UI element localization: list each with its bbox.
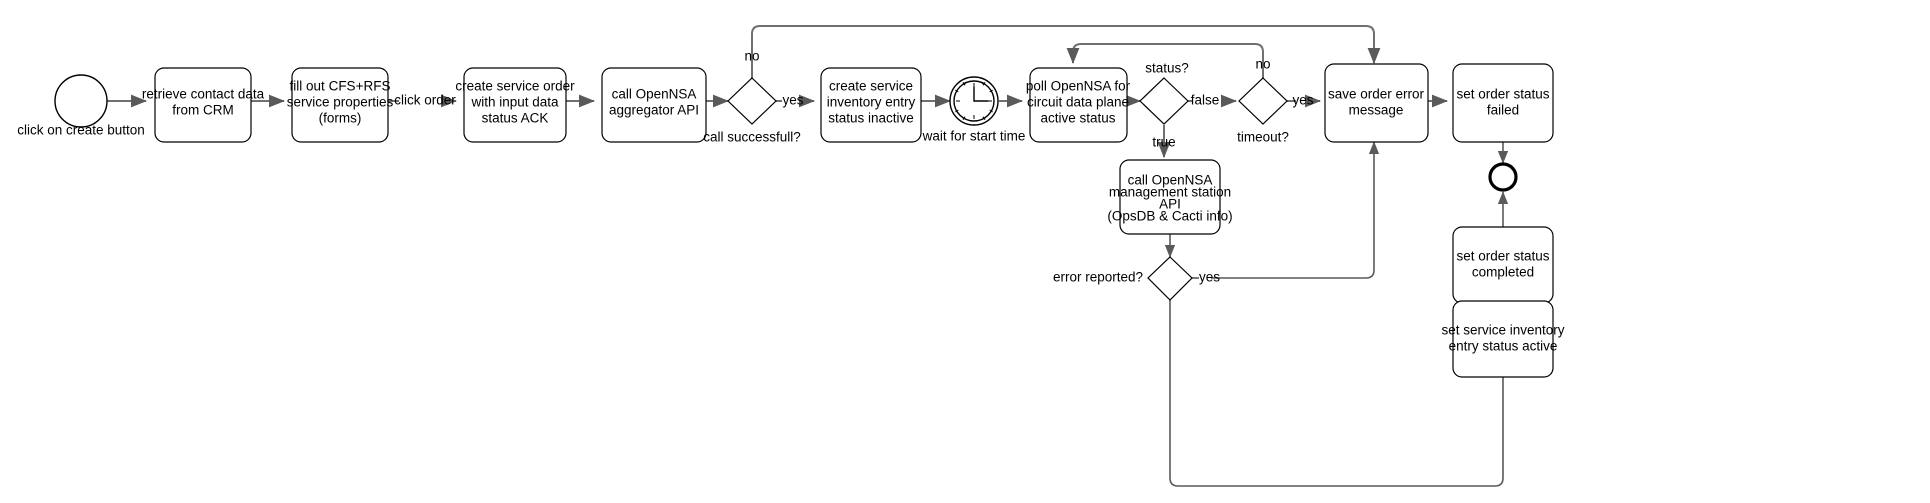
task-create-service-order-line1: create service order bbox=[455, 79, 575, 94]
task-set-order-status-completed[interactable]: set order status completed bbox=[1452, 226, 1554, 304]
task-call-opennsa-aggregator-api[interactable]: call OpenNSA aggregator API bbox=[601, 67, 707, 143]
edge-label-error-yes: yes bbox=[1199, 270, 1220, 285]
edge-label-click-order: click order bbox=[394, 93, 456, 108]
task-save-order-error-message-line1: save order error bbox=[1328, 87, 1425, 102]
edge-label-status-false: false bbox=[1191, 93, 1220, 108]
task-fill-out-forms-line1: fill out CFS+RFS bbox=[290, 79, 391, 94]
gateway-call-successful-diamond bbox=[727, 77, 777, 125]
gateway-status[interactable]: status? bbox=[1139, 61, 1189, 125]
start-event-label: click on create button bbox=[17, 123, 145, 138]
timer-intermediate-event[interactable]: wait for start time bbox=[922, 76, 1026, 144]
end-event-circle bbox=[1488, 162, 1518, 192]
task-create-service-inventory-entry-line1: create service bbox=[829, 79, 913, 94]
task-create-service-inventory-entry-line2: inventory entry bbox=[827, 95, 916, 110]
gateway-status-label: status? bbox=[1145, 61, 1189, 76]
task-set-order-status-failed-line1: set order status bbox=[1456, 87, 1549, 102]
edge-label-call-no: no bbox=[744, 49, 759, 64]
flowchart-svg: click on create button retrieve contact … bbox=[17, 25, 1565, 487]
task-create-service-inventory-entry-line3: status inactive bbox=[828, 111, 914, 126]
task-fill-out-forms[interactable]: fill out CFS+RFS service properties (for… bbox=[287, 67, 394, 143]
edge-label-call-yes: yes bbox=[782, 93, 803, 108]
edge-label-timeout-yes: yes bbox=[1292, 93, 1313, 108]
gateway-timeout-diamond bbox=[1238, 77, 1288, 125]
task-set-service-inventory-entry-active-line1: set service inventory bbox=[1441, 323, 1564, 338]
edge-label-timeout-no: no bbox=[1255, 57, 1270, 72]
task-set-order-status-completed-line2: completed bbox=[1472, 265, 1534, 280]
task-poll-opennsa-line1: poll OpenNSA for bbox=[1026, 79, 1131, 94]
task-call-opennsa-management-station[interactable]: call OpenNSA management station API (Ops… bbox=[1107, 159, 1233, 235]
edge-label-status-true: true bbox=[1152, 135, 1175, 150]
task-poll-opennsa-line3: active status bbox=[1040, 111, 1115, 126]
end-event[interactable] bbox=[1488, 162, 1518, 192]
task-save-order-error-message-line2: message bbox=[1349, 103, 1404, 118]
task-create-service-order-line3: status ACK bbox=[482, 111, 549, 126]
flow-gw-error-yes-to-save-error bbox=[1211, 141, 1380, 279]
timer-event-label: wait for start time bbox=[922, 129, 1026, 144]
start-event-circle bbox=[54, 74, 108, 128]
task-set-order-status-completed-line1: set order status bbox=[1456, 249, 1549, 264]
task-set-order-status-failed[interactable]: set order status failed bbox=[1452, 63, 1554, 143]
task-fill-out-forms-line2: service properties bbox=[287, 95, 394, 110]
task-poll-opennsa[interactable]: poll OpenNSA for circuit data plane acti… bbox=[1026, 67, 1131, 143]
gateway-timeout[interactable]: timeout? bbox=[1237, 77, 1289, 145]
gateway-error-reported[interactable]: error reported? bbox=[1053, 256, 1193, 301]
task-call-opennsa-aggregator-api-line2: aggregator API bbox=[609, 103, 699, 118]
task-fill-out-forms-line3: (forms) bbox=[319, 111, 362, 126]
gateway-error-reported-diamond bbox=[1147, 256, 1193, 301]
gateway-status-diamond bbox=[1139, 77, 1189, 125]
gateway-timeout-label: timeout? bbox=[1237, 130, 1289, 145]
task-call-opennsa-management-station-line4: (OpsDB & Cacti info) bbox=[1107, 209, 1232, 224]
task-set-order-status-failed-line2: failed bbox=[1487, 103, 1519, 118]
gateway-call-successful-label: call successfull? bbox=[703, 130, 801, 145]
task-set-service-inventory-entry-active[interactable]: set service inventory entry status activ… bbox=[1441, 300, 1565, 378]
task-retrieve-contact-data[interactable]: retrieve contact data from CRM bbox=[142, 67, 265, 143]
task-retrieve-contact-data-line2: from CRM bbox=[172, 103, 234, 118]
start-event[interactable]: click on create button bbox=[17, 74, 145, 138]
bpmn-diagram-canvas: click on create button retrieve contact … bbox=[0, 0, 1930, 503]
task-save-order-error-message[interactable]: save order error message bbox=[1324, 63, 1429, 143]
gateway-error-reported-label: error reported? bbox=[1053, 270, 1143, 285]
task-create-service-inventory-entry[interactable]: create service inventory entry status in… bbox=[820, 67, 922, 143]
task-set-service-inventory-entry-active-line2: entry status active bbox=[1449, 339, 1558, 354]
task-create-service-order[interactable]: create service order with input data sta… bbox=[455, 67, 575, 143]
task-retrieve-contact-data-line1: retrieve contact data bbox=[142, 87, 265, 102]
task-poll-opennsa-line2: circuit data plane bbox=[1027, 95, 1129, 110]
task-call-opennsa-aggregator-api-line1: call OpenNSA bbox=[612, 87, 697, 102]
task-create-service-order-line2: with input data bbox=[470, 95, 559, 110]
gateway-call-successful[interactable]: call successfull? bbox=[703, 77, 801, 145]
